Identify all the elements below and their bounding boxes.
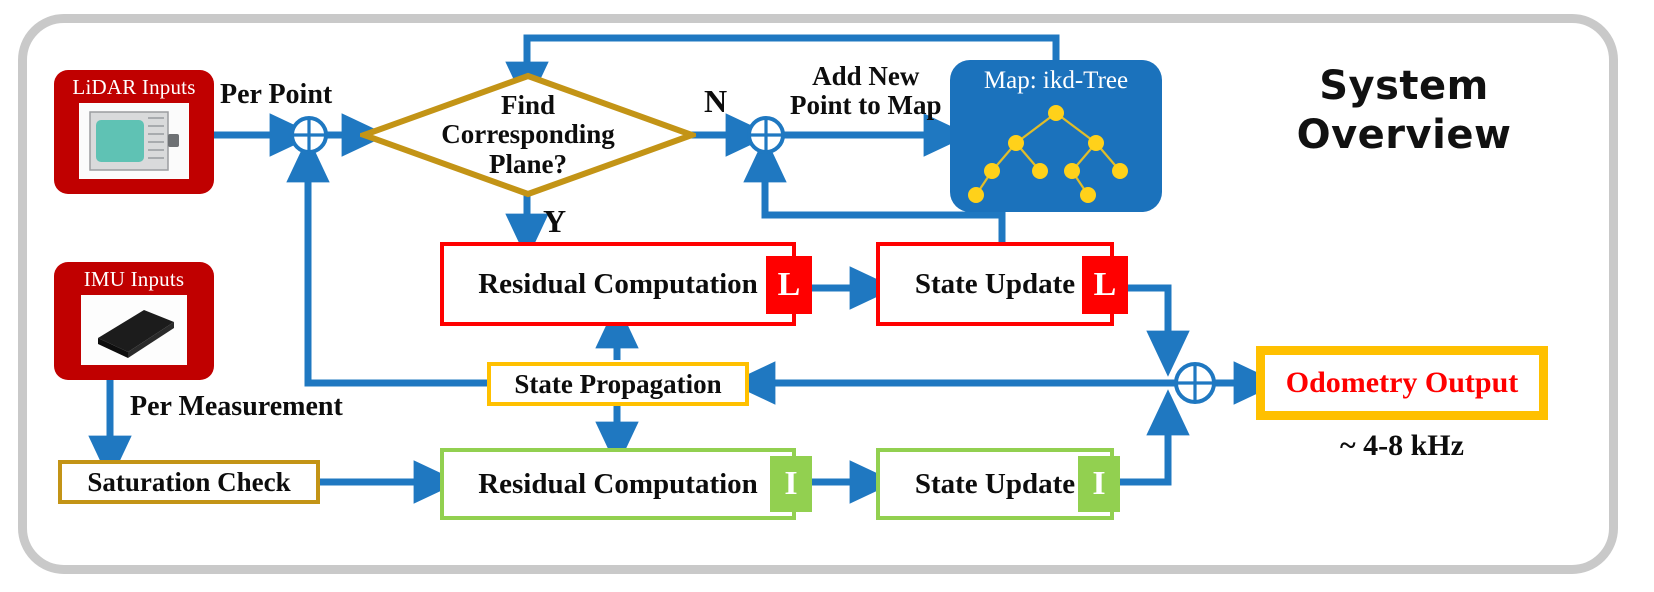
state-update-imu-badge: I bbox=[1078, 456, 1120, 512]
decision-yes-label: Y bbox=[543, 203, 567, 239]
residual-computation-lidar-label: Residual Computation bbox=[478, 267, 758, 300]
per-point-label: Per Point bbox=[220, 79, 333, 110]
find-corresponding-plane-decision[interactable]: Find Corresponding Plane? bbox=[355, 72, 701, 198]
find-plane-text: Find Corresponding Plane? bbox=[360, 72, 696, 198]
title-line2: Overview bbox=[1296, 111, 1512, 158]
map-label: Map: ikd-Tree bbox=[983, 67, 1129, 94]
page-title: System Overview bbox=[1218, 62, 1590, 160]
find-plane-line1: Find bbox=[500, 90, 556, 121]
find-plane-line2: Corresponding bbox=[441, 119, 615, 150]
find-plane-line3: Plane? bbox=[489, 148, 567, 179]
title-line1: System bbox=[1319, 63, 1489, 109]
odometry-rate-label: ~ 4-8 kHz bbox=[1340, 429, 1464, 462]
state-update-lidar-label: State Update bbox=[914, 267, 1076, 300]
residual-computation-imu-label: Residual Computation bbox=[478, 467, 758, 500]
decision-no-label: N bbox=[704, 83, 728, 119]
residual-lidar-badge-label: L bbox=[777, 266, 801, 303]
odometry-output-label: Odometry Output bbox=[1285, 366, 1519, 399]
residual-computation-lidar-box[interactable]: Residual Computation bbox=[440, 242, 796, 326]
lidar-inputs-label: LiDAR Inputs bbox=[72, 75, 196, 99]
system-overview-diagram: LiDAR Inputs IMU Inputs Find Correspondi… bbox=[0, 0, 1654, 592]
kd-tree-graph bbox=[956, 97, 1156, 212]
lidar-inputs-box[interactable]: LiDAR Inputs bbox=[54, 70, 214, 194]
state-update-lidar-badge-label: L bbox=[1093, 266, 1117, 303]
map-ikd-tree-box[interactable]: Map: ikd-Tree bbox=[950, 60, 1162, 212]
state-update-imu-label: State Update bbox=[914, 467, 1076, 500]
add-new-point-label: Add New Point to Map bbox=[790, 61, 942, 121]
state-propagation-label: State Propagation bbox=[514, 368, 722, 399]
per-measurement-label: Per Measurement bbox=[130, 391, 343, 422]
residual-computation-imu-box[interactable]: Residual Computation bbox=[440, 448, 796, 520]
residual-imu-badge: I bbox=[770, 456, 812, 512]
state-propagation-box[interactable]: State Propagation bbox=[487, 362, 749, 406]
state-update-imu-badge-label: I bbox=[1092, 465, 1106, 502]
state-update-lidar-box[interactable]: State Update bbox=[876, 242, 1114, 326]
lidar-device-image bbox=[79, 103, 189, 180]
imu-inputs-box[interactable]: IMU Inputs bbox=[54, 262, 214, 380]
odometry-output-box[interactable]: Odometry Output bbox=[1256, 346, 1548, 420]
saturation-check-box[interactable]: Saturation Check bbox=[58, 460, 320, 504]
imu-inputs-label: IMU Inputs bbox=[83, 267, 185, 291]
saturation-check-label: Saturation Check bbox=[87, 466, 291, 497]
residual-imu-badge-label: I bbox=[784, 465, 798, 502]
residual-lidar-badge: L bbox=[766, 256, 812, 314]
imu-device-image bbox=[81, 295, 187, 366]
state-update-lidar-badge: L bbox=[1082, 256, 1128, 314]
